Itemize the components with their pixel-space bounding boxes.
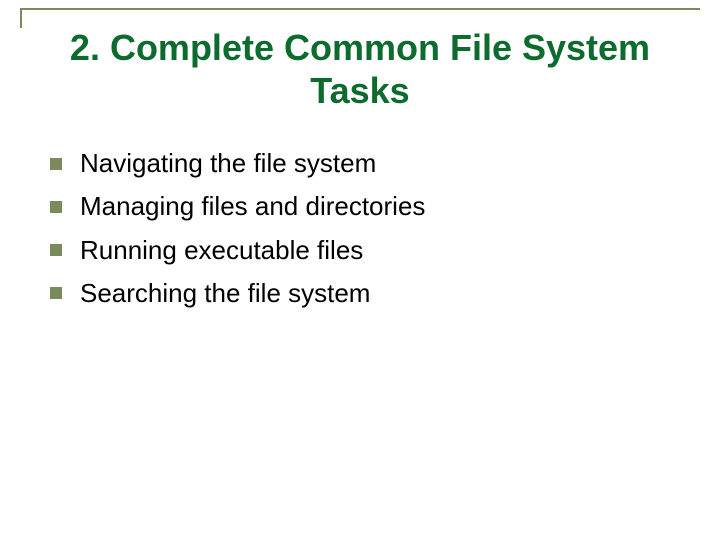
slide-title: 2. Complete Common File System Tasks [20, 8, 700, 122]
bullet-text: Searching the file system [80, 276, 370, 311]
list-item: Searching the file system [50, 276, 720, 311]
square-bullet-icon [50, 287, 62, 299]
title-container: 2. Complete Common File System Tasks [20, 8, 700, 122]
bullet-text: Managing files and directories [80, 189, 425, 224]
slide-container: 2. Complete Common File System Tasks Nav… [0, 8, 720, 548]
list-item: Running executable files [50, 233, 720, 268]
square-bullet-icon [50, 158, 62, 170]
title-border-top [20, 8, 700, 10]
list-item: Managing files and directories [50, 189, 720, 224]
bullet-list: Navigating the file system Managing file… [0, 146, 720, 310]
square-bullet-icon [50, 201, 62, 213]
list-item: Navigating the file system [50, 146, 720, 181]
square-bullet-icon [50, 244, 62, 256]
bullet-text: Running executable files [80, 233, 363, 268]
bullet-text: Navigating the file system [80, 146, 376, 181]
title-border-left [20, 8, 22, 28]
